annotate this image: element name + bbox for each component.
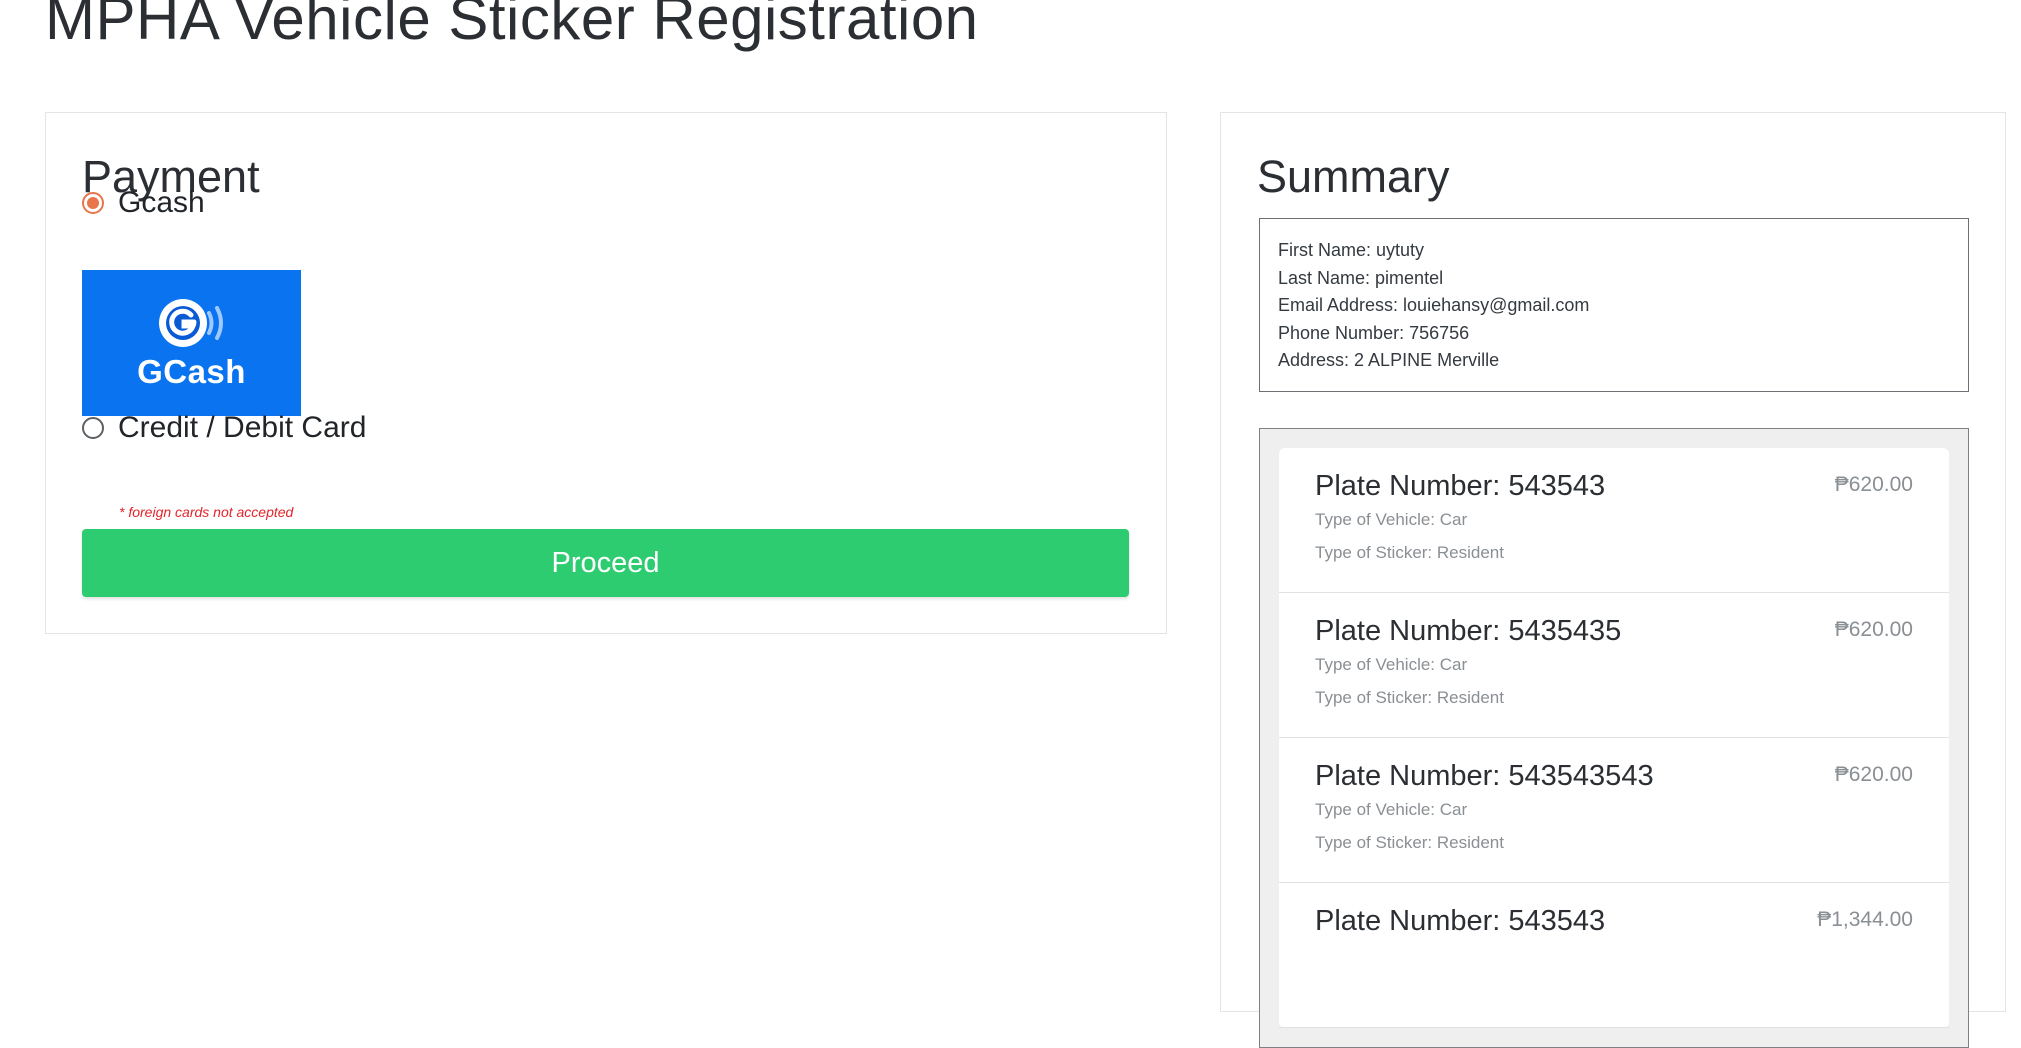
page-title: MPHA Vehicle Sticker Registration (45, 0, 979, 52)
sticker-price: ₱620.00 (1834, 618, 1913, 641)
plate-number: Plate Number: 5435435 (1315, 615, 1622, 647)
vehicle-type: Type of Vehicle: Car (1315, 655, 1468, 674)
email-address: Email Address: louiehansy@gmail.com (1278, 295, 1590, 315)
address: Address: 2 ALPINE Merville (1278, 350, 1500, 370)
list-item: Plate Number: 543543 ₱620.00 Type of Veh… (1279, 448, 1949, 593)
proceed-button[interactable]: Proceed (82, 529, 1129, 597)
sticker-type: Type of Sticker: Resident (1315, 688, 1504, 707)
foreign-cards-note: * foreign cards not accepted (119, 504, 294, 520)
vehicle-list-scroll[interactable]: Plate Number: 543543 ₱620.00 Type of Veh… (1259, 428, 1969, 1048)
sticker-price: ₱620.00 (1834, 763, 1913, 786)
radio-unchecked-icon[interactable] (82, 417, 104, 439)
list-item: Plate Number: 543543543 ₱620.00 Type of … (1279, 738, 1949, 883)
payment-option-label: Credit / Debit Card (118, 411, 367, 444)
list-item: Plate Number: 543543 ₱1,344.00 (1279, 883, 1949, 1028)
summary-heading: Summary (1257, 151, 1450, 202)
plate-number: Plate Number: 543543543 (1315, 760, 1654, 792)
payment-card: Payment Gcash GCash Credit / Debit Card … (45, 112, 1167, 634)
plate-number: Plate Number: 543543 (1315, 470, 1606, 502)
sticker-price: ₱1,344.00 (1817, 908, 1913, 931)
payment-option-gcash[interactable]: Gcash (82, 186, 205, 220)
vehicle-list: Plate Number: 543543 ₱620.00 Type of Veh… (1279, 448, 1949, 1028)
list-item: Plate Number: 5435435 ₱620.00 Type of Ve… (1279, 593, 1949, 738)
gcash-logo-icon (158, 299, 223, 347)
last-name: Last Name: pimentel (1278, 267, 1444, 288)
payment-option-card[interactable]: Credit / Debit Card (82, 411, 366, 445)
sticker-type: Type of Sticker: Resident (1315, 543, 1504, 562)
radio-checked-icon[interactable] (82, 192, 104, 214)
vehicle-type: Type of Vehicle: Car (1315, 800, 1468, 819)
sticker-type: Type of Sticker: Resident (1315, 833, 1504, 852)
registrant-info: First Name: uytuty Last Name: pimentel E… (1259, 218, 1969, 392)
first-name: First Name: uytuty (1278, 240, 1425, 260)
summary-card: Summary First Name: uytuty Last Name: pi… (1220, 112, 2006, 1048)
vehicle-type: Type of Vehicle: Car (1315, 510, 1468, 529)
gcash-wordmark: GCash (137, 353, 246, 390)
phone-number: Phone Number: 756756 (1278, 322, 1470, 343)
payment-option-label: Gcash (118, 186, 205, 219)
gcash-logo[interactable]: GCash (82, 270, 301, 416)
sticker-price: ₱620.00 (1834, 473, 1913, 496)
